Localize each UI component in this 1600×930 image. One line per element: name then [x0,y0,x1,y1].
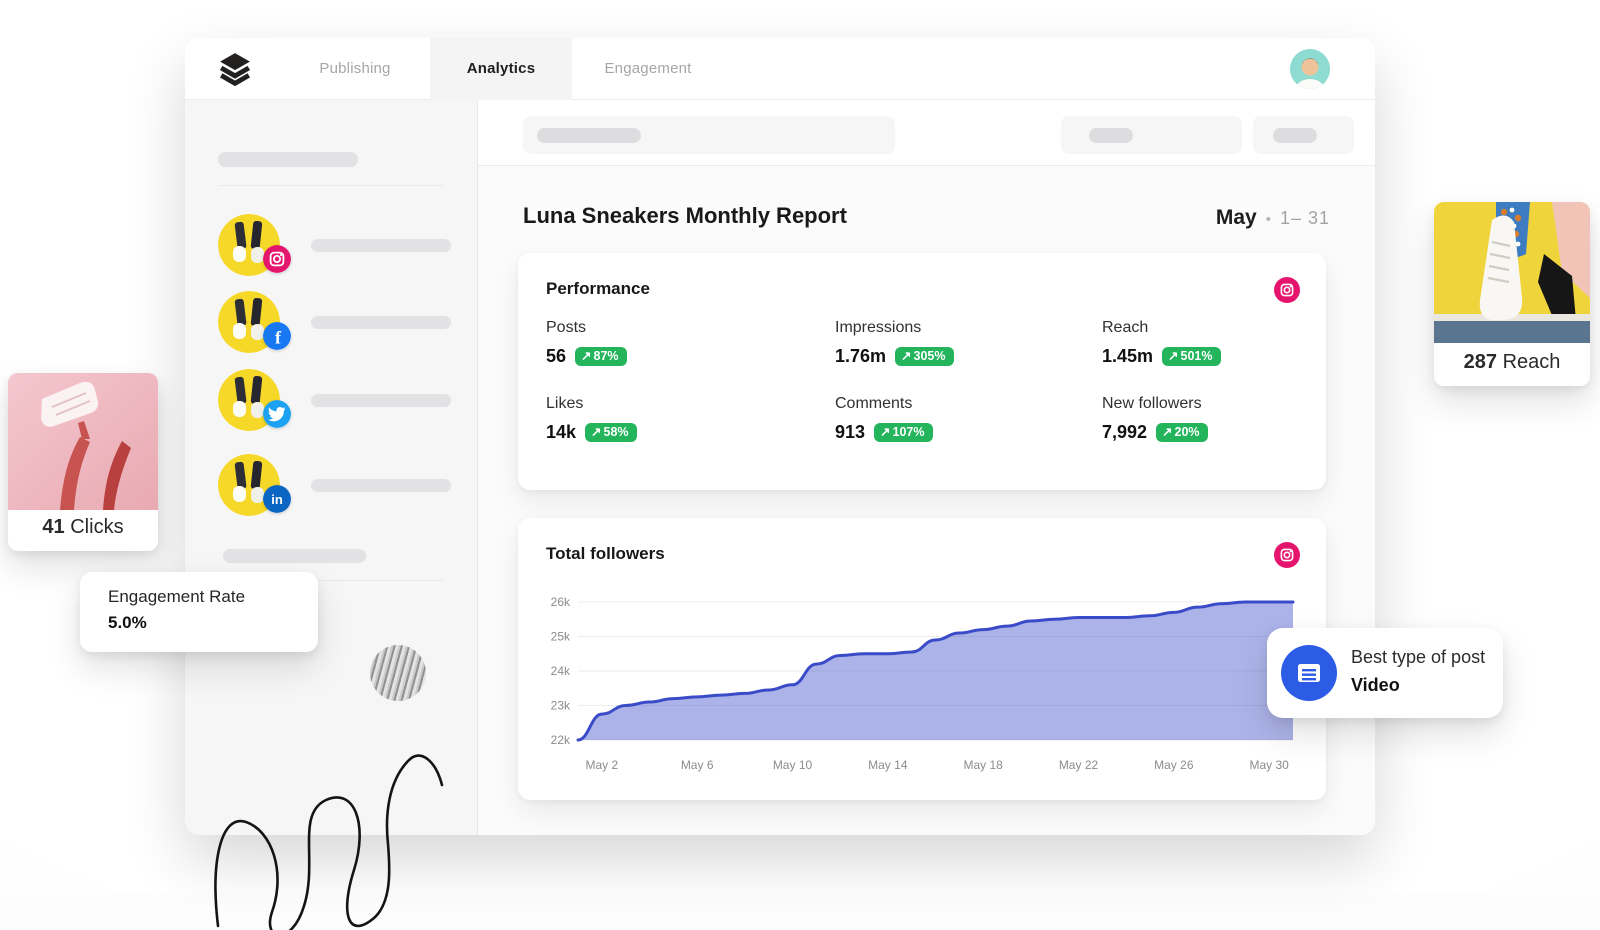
trend-badge: ↗58% [585,423,637,442]
stat-reach: Reach 1.45m ↗501% [1102,319,1298,367]
trend-up-icon: ↗ [901,350,911,363]
trend-up-icon: ↗ [880,426,890,439]
tab-publishing[interactable]: Publishing [280,38,430,100]
tab-analytics[interactable]: Analytics [430,38,572,100]
stat-new-followers: New followers 7,992 ↗20% [1102,395,1298,443]
channels-sidebar: f [185,100,478,835]
trend-badge: ↗305% [895,347,953,366]
engagement-rate-card: Engagement Rate 5.0% [80,572,318,652]
svg-text:May 22: May 22 [1059,758,1099,772]
knit-texture-avatar[interactable] [370,645,426,701]
trend-badge: ↗20% [1156,423,1208,442]
performance-card: Performance Posts 56 ↗87% Impressions 1.… [518,253,1326,490]
instagram-icon [263,245,291,273]
total-followers-card: 22k 23k 24k 25k 26k May 2 May 6 May 10 May 14 May… [518,518,1326,800]
facebook-icon: f [263,322,291,350]
performance-card-title: Performance [546,279,650,299]
stat-likes: Likes 14k ↗58% [546,395,835,443]
clicks-post-card: 41 Clicks [8,373,158,551]
sidebar-divider [218,185,443,186]
svg-text:26k: 26k [551,595,571,609]
buffer-logo-icon[interactable] [218,52,252,86]
svg-text:24k: 24k [551,664,571,678]
reach-label: 287 Reach [1434,351,1590,374]
app-header: Publishing Analytics Engagement [185,38,1375,100]
stat-comments: Comments 913 ↗107% [835,395,1102,443]
post-type-icon [1281,645,1337,701]
svg-text:May 30: May 30 [1249,758,1289,772]
trend-up-icon: ↗ [1168,350,1178,363]
trend-badge: ↗107% [874,423,932,442]
channel-name-skeleton [311,316,451,329]
search-filter-skeleton-text [537,128,641,143]
stat-posts: Posts 56 ↗87% [546,319,835,367]
trend-up-icon: ↗ [591,426,601,439]
followers-card-title: Total followers [546,544,665,564]
trend-up-icon: ↗ [1162,426,1172,439]
report-period[interactable]: May • 1– 31 [1216,206,1330,230]
best-post-title: Best type of post [1351,647,1485,668]
trend-badge: ↗501% [1162,347,1220,366]
buffer-analytics-window: Publishing Analytics Engagement [185,38,1375,835]
svg-text:May 26: May 26 [1154,758,1194,772]
sidebar-skeleton-footer [223,549,366,563]
twitter-icon [263,400,291,428]
reach-post-card: 287 Reach [1434,202,1590,386]
trend-badge: ↗87% [575,347,627,366]
user-avatar[interactable] [1290,49,1330,89]
period-separator-icon: • [1266,211,1271,228]
svg-text:May 10: May 10 [773,758,813,772]
performance-stats-grid: Posts 56 ↗87% Impressions 1.76m ↗305% Re… [546,319,1298,443]
clicks-label: 41 Clicks [8,516,158,539]
engagement-rate-title: Engagement Rate [108,587,318,607]
sidebar-skeleton-title [218,152,358,167]
svg-text:May 2: May 2 [585,758,618,772]
stat-impressions: Impressions 1.76m ↗305% [835,319,1102,367]
date-filter-skeleton-text [1089,128,1133,143]
desktop-background: Publishing Analytics Engagement [0,0,1600,894]
channel-name-skeleton [311,479,451,492]
export-button-skeleton-text [1273,128,1317,143]
engagement-rate-value: 5.0% [108,613,318,633]
linkedin-icon: in [263,485,291,513]
svg-text:May 18: May 18 [963,758,1003,772]
svg-text:in: in [271,492,283,507]
post-thumbnail [1434,202,1590,343]
instagram-icon [1274,277,1300,303]
best-post-value: Video [1351,675,1400,696]
svg-text:22k: 22k [551,733,571,747]
channel-name-skeleton [311,239,451,252]
instagram-icon [1274,542,1300,568]
post-thumbnail [8,373,158,510]
svg-text:May 6: May 6 [681,758,714,772]
period-range: 1– 31 [1280,208,1330,229]
svg-text:25k: 25k [551,630,571,644]
channel-name-skeleton [311,394,451,407]
report-title: Luna Sneakers Monthly Report [523,203,847,229]
trend-up-icon: ↗ [581,350,591,363]
period-month: May [1216,206,1257,230]
svg-text:f: f [275,328,282,348]
svg-text:May 14: May 14 [868,758,908,772]
tab-engagement[interactable]: Engagement [572,38,724,100]
best-type-of-post-card: Best type of post Video [1267,628,1503,718]
svg-text:23k: 23k [551,699,571,713]
